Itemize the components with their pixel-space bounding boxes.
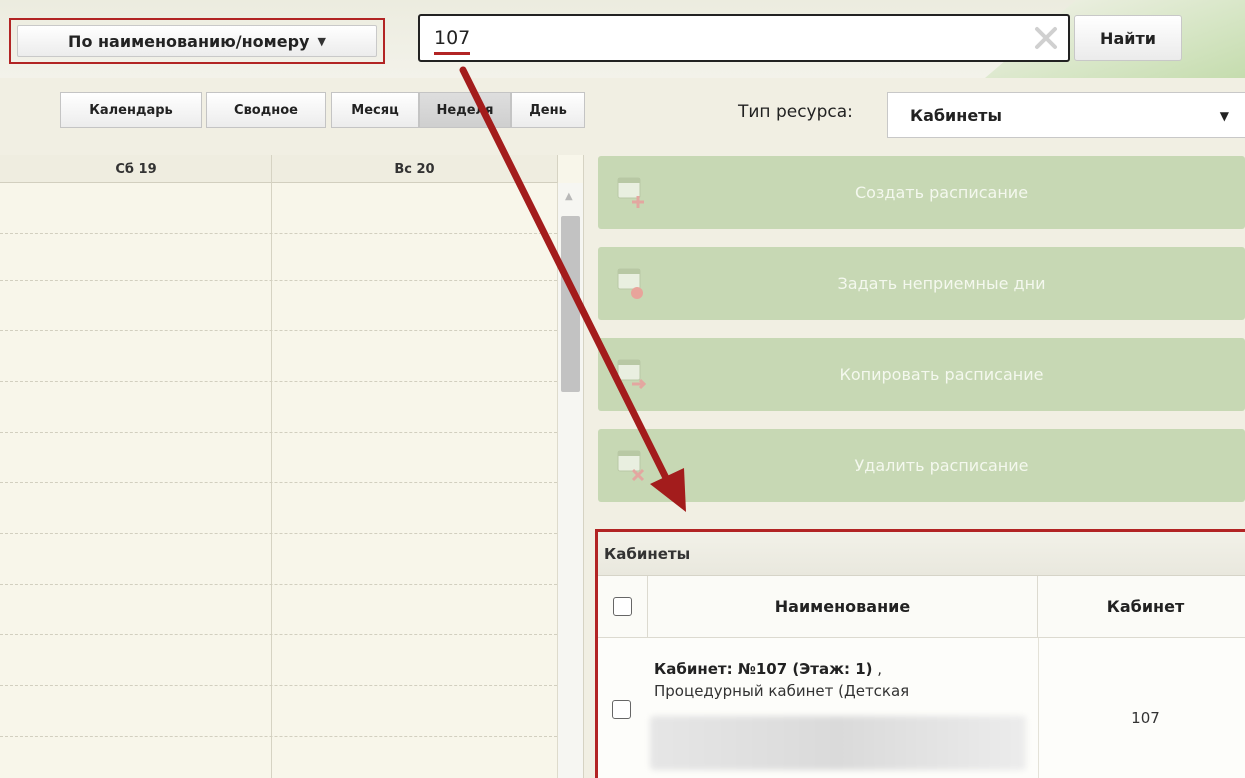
day-header-sun: Вс 20 <box>394 161 435 177</box>
search-mode-dropdown[interactable]: По наименованию/номеру ▼ <box>17 25 377 57</box>
set-nonworking-days-button[interactable]: Задать неприемные дни <box>598 247 1245 320</box>
time-slot-line <box>0 482 557 483</box>
cabinets-panel-title: Кабинеты <box>598 532 1245 576</box>
time-slot-line <box>0 584 557 585</box>
time-slot-line <box>0 736 557 737</box>
delete-schedule-label: Удалить расписание <box>854 456 1029 475</box>
time-slot-line <box>0 432 557 433</box>
calendar-grid: Сб 19 Вс 20 ▲ <box>0 155 584 778</box>
calendar-view-button[interactable]: Календарь <box>60 92 202 128</box>
week-view-button[interactable]: Неделя <box>419 92 511 128</box>
create-schedule-label: Создать расписание <box>854 183 1029 202</box>
time-slot-line <box>0 233 557 234</box>
copy-schedule-label: Копировать расписание <box>839 365 1044 384</box>
cabinets-panel: Кабинеты Наименование Кабинет Кабинет: №… <box>595 529 1245 778</box>
select-all-cell <box>598 576 648 638</box>
cabinet-name-suffix: , <box>872 660 883 678</box>
day-view-button[interactable]: День <box>511 92 585 128</box>
row-checkbox[interactable] <box>612 700 631 719</box>
scrollbar-thumb[interactable] <box>561 216 580 392</box>
search-mode-highlight: По наименованию/номеру ▼ <box>9 18 385 64</box>
summary-view-button[interactable]: Сводное <box>206 92 326 128</box>
resource-type-label: Тип ресурса: <box>738 102 853 122</box>
table-row[interactable]: Кабинет: №107 (Этаж: 1) , Процедурный ка… <box>654 658 1044 702</box>
time-slot-line <box>0 330 557 331</box>
caret-down-icon: ▼ <box>317 34 326 48</box>
month-view-button[interactable]: Месяц <box>331 92 419 128</box>
create-schedule-button[interactable]: Создать расписание <box>598 156 1245 229</box>
search-mode-label: По наименованию/номеру <box>68 31 310 51</box>
caret-down-icon: ▼ <box>1219 109 1229 123</box>
time-slot-line <box>0 533 557 534</box>
calendar-scrollbar[interactable]: ▲ <box>557 183 583 778</box>
calendar-header: Сб 19 Вс 20 <box>0 155 557 183</box>
search-input[interactable]: 107 <box>418 14 1070 62</box>
resource-type-select[interactable]: Кабинеты ▼ <box>887 92 1245 138</box>
search-value-underline <box>434 52 471 55</box>
cabinet-number: 107 <box>1131 709 1160 727</box>
find-button[interactable]: Найти <box>1074 15 1182 61</box>
clear-icon[interactable] <box>1032 24 1060 52</box>
scroll-up-icon[interactable]: ▲ <box>565 191 573 202</box>
delete-schedule-button[interactable]: Удалить расписание <box>598 429 1245 502</box>
day-header-sat: Сб 19 <box>115 161 157 177</box>
search-value: 107 <box>434 27 471 55</box>
copy-schedule-button[interactable]: Копировать расписание <box>598 338 1245 411</box>
set-nonworking-days-label: Задать неприемные дни <box>837 274 1046 293</box>
column-header-name[interactable]: Наименование <box>648 576 1038 638</box>
search-text: 107 <box>434 27 471 49</box>
time-slot-line <box>0 280 557 281</box>
time-slot-line <box>0 685 557 686</box>
cabinet-name: Кабинет: №107 (Этаж: 1) <box>654 660 873 678</box>
resource-type-value: Кабинеты <box>910 105 1002 125</box>
time-slot-line <box>0 381 557 382</box>
select-all-checkbox[interactable] <box>613 597 632 616</box>
blurred-content <box>650 716 1026 770</box>
time-slot-line <box>0 634 557 635</box>
cabinet-description: Процедурный кабинет (Детская <box>654 682 910 700</box>
column-header-cabinet[interactable]: Кабинет <box>1038 576 1245 638</box>
